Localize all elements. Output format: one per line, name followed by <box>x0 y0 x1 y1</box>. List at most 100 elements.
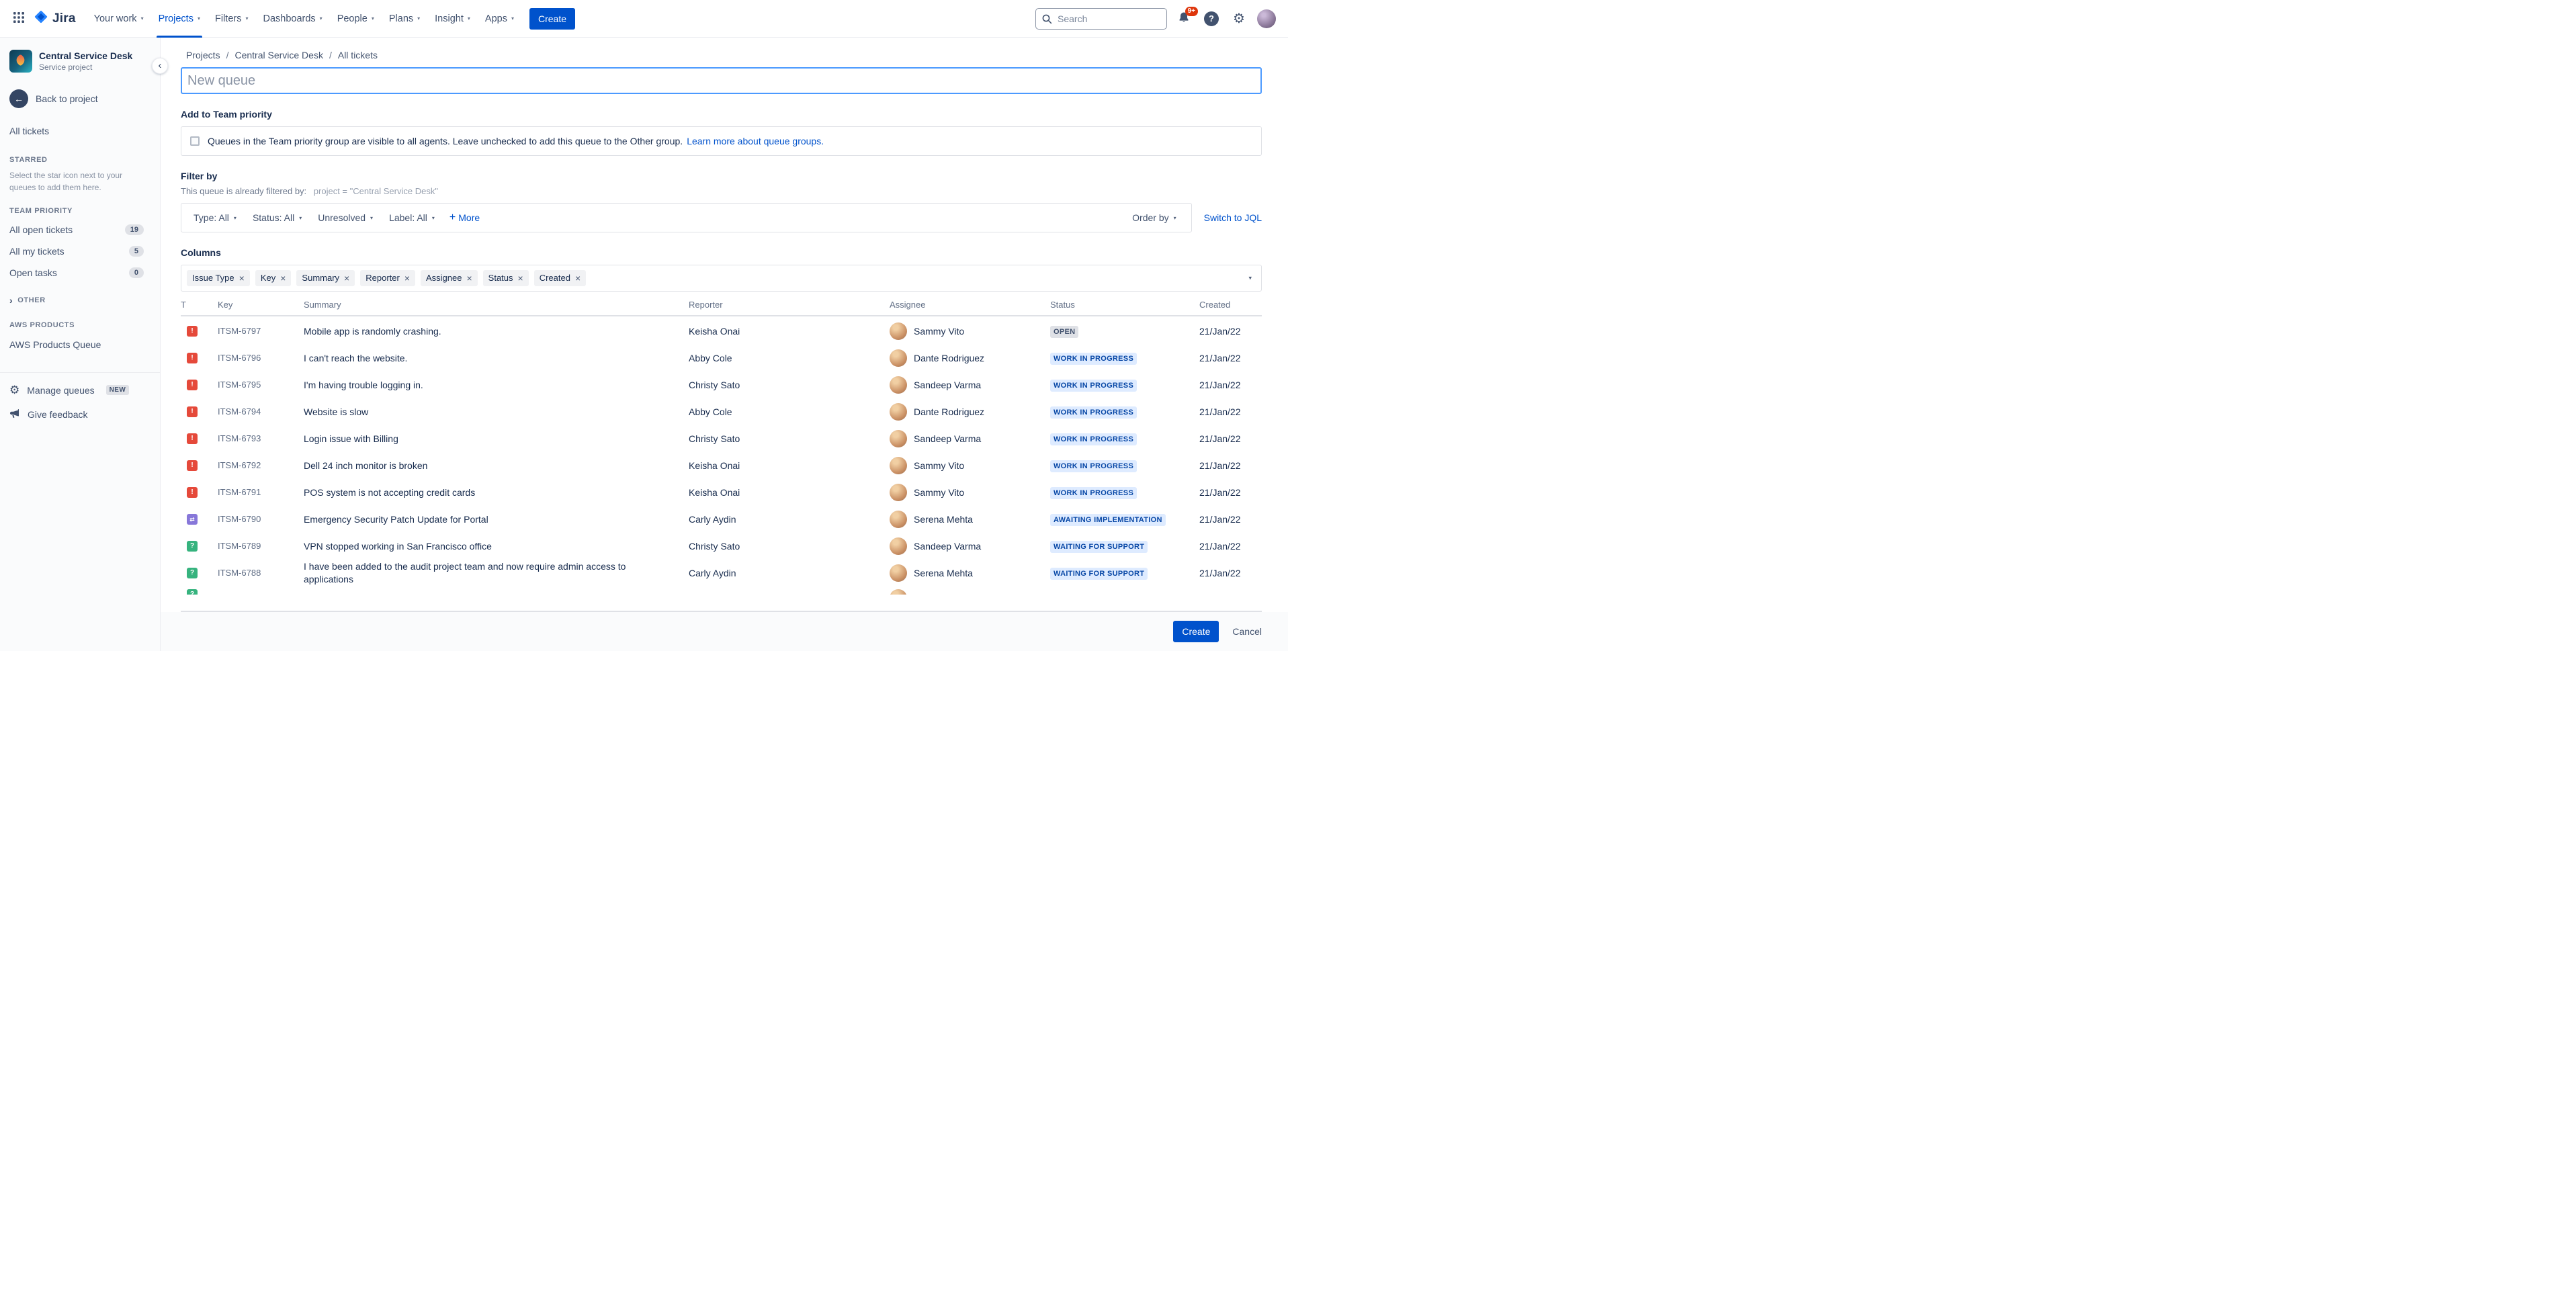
issue-summary[interactable]: Dell 24 inch monitor is broken <box>304 460 689 472</box>
back-to-project-label: Back to project <box>36 93 98 104</box>
column-header[interactable]: Status <box>1050 300 1199 310</box>
profile-button[interactable] <box>1256 8 1277 30</box>
issue-key[interactable]: ITSM-6797 <box>218 325 304 337</box>
filter-dropdown[interactable]: Type: All ▾ <box>185 208 245 227</box>
issue-summary[interactable]: Mobile app is randomly crashing. <box>304 325 689 338</box>
filter-dropdown[interactable]: Status: All ▾ <box>245 208 310 227</box>
sidebar-queue-item[interactable]: All my tickets 5 <box>0 241 160 262</box>
breadcrumb-project-name[interactable]: Central Service Desk <box>234 50 323 60</box>
team-priority-checkbox[interactable] <box>190 136 200 146</box>
remove-icon[interactable]: × <box>518 273 523 283</box>
column-chip[interactable]: Status × <box>482 269 529 287</box>
nav-menu-item[interactable]: Your work ▾ <box>87 0 151 38</box>
table-row[interactable]: ITSM-6795 I'm having trouble logging in.… <box>181 372 1262 398</box>
chevron-down-icon: ▾ <box>431 214 435 221</box>
sidebar-item-aws-products-queue[interactable]: AWS Products Queue <box>0 333 160 356</box>
column-header[interactable]: Key <box>218 300 304 310</box>
column-chip[interactable]: Key × <box>255 269 292 287</box>
issue-key[interactable]: ITSM-6788 <box>218 567 304 579</box>
issue-key[interactable]: ITSM-6791 <box>218 486 304 498</box>
column-chip[interactable]: Created × <box>533 269 587 287</box>
issue-created: 21/Jan/22 <box>1199 513 1241 525</box>
column-header[interactable]: Assignee <box>890 300 1050 310</box>
search-input[interactable] <box>1035 7 1167 30</box>
issue-key[interactable]: ITSM-6792 <box>218 460 304 472</box>
status-badge: AWAITING IMPLEMENTATION <box>1050 513 1166 527</box>
issue-summary[interactable]: Emergency Security Patch Update for Port… <box>304 513 689 526</box>
other-section-toggle[interactable]: › OTHER <box>0 284 160 308</box>
app-switcher-button[interactable] <box>8 8 30 30</box>
jira-logo[interactable]: Jira <box>34 9 76 28</box>
column-header[interactable]: Summary <box>304 300 689 310</box>
issue-summary[interactable]: I can't reach the website. <box>304 352 689 365</box>
issue-summary[interactable]: Website is slow <box>304 406 689 419</box>
column-chip[interactable]: Summary × <box>296 269 355 287</box>
sidebar-queue-item[interactable]: Open tasks 0 <box>0 262 160 284</box>
global-create-button[interactable]: Create <box>529 7 576 30</box>
column-chip[interactable]: Assignee × <box>421 269 478 287</box>
nav-menu-item[interactable]: Insight ▾ <box>427 0 478 38</box>
nav-menu-item[interactable]: Apps ▾ <box>478 0 521 38</box>
sidebar-collapse-button[interactable]: ‹ <box>152 58 168 74</box>
nav-menu-item[interactable]: Plans ▾ <box>382 0 427 38</box>
issue-key[interactable]: ITSM-6790 <box>218 513 304 525</box>
sidebar-item-all-tickets[interactable]: All tickets <box>0 120 160 142</box>
cancel-button[interactable]: Cancel <box>1232 626 1262 637</box>
issue-summary[interactable]: Login issue with Billing <box>304 433 689 445</box>
chevron-down-icon: ▾ <box>140 15 144 21</box>
more-filters-button[interactable]: + More <box>443 208 486 227</box>
nav-menu-item[interactable]: People ▾ <box>330 0 382 38</box>
nav-menu-item[interactable]: Dashboards ▾ <box>255 0 329 38</box>
order-by-dropdown[interactable]: Order by ▾ <box>1124 208 1187 227</box>
table-row[interactable]: ITSM-6794 Website is slow Abby Cole Dant… <box>181 398 1262 425</box>
remove-icon[interactable]: × <box>466 273 472 283</box>
issue-key[interactable]: ITSM-6795 <box>218 379 304 391</box>
remove-icon[interactable]: × <box>404 273 410 283</box>
remove-icon[interactable]: × <box>344 273 349 283</box>
help-button[interactable]: ? <box>1201 8 1222 30</box>
chevron-down-icon: ▾ <box>1248 274 1252 281</box>
remove-icon[interactable]: × <box>575 273 581 283</box>
table-row[interactable]: ITSM-6791 POS system is not accepting cr… <box>181 479 1262 506</box>
create-queue-button[interactable]: Create <box>1173 621 1219 642</box>
column-chip[interactable]: Reporter × <box>360 269 415 287</box>
column-header[interactable]: Reporter <box>689 300 890 310</box>
notifications-button[interactable]: 9+ <box>1173 6 1198 30</box>
column-header[interactable]: Created <box>1199 300 1262 310</box>
remove-icon[interactable]: × <box>239 273 245 283</box>
switch-to-jql-link[interactable]: Switch to JQL <box>1204 212 1262 223</box>
queue-groups-learn-more-link[interactable]: Learn more about queue groups. <box>687 136 824 146</box>
table-row[interactable]: ITSM-6792 Dell 24 inch monitor is broken… <box>181 452 1262 479</box>
table-row[interactable]: ITSM-6797 Mobile app is randomly crashin… <box>181 318 1262 345</box>
table-row[interactable]: ITSM-6788 I have been added to the audit… <box>181 560 1262 587</box>
remove-icon[interactable]: × <box>280 273 286 283</box>
column-chip[interactable]: Issue Type × <box>187 269 250 287</box>
nav-menu-item[interactable]: Projects ▾ <box>151 0 208 38</box>
table-row[interactable]: ITSM-6789 VPN stopped working in San Fra… <box>181 533 1262 560</box>
filter-dropdown[interactable]: Unresolved ▾ <box>310 208 381 227</box>
breadcrumb-all-tickets[interactable]: All tickets <box>338 50 378 60</box>
back-to-project[interactable]: ← Back to project <box>0 86 160 112</box>
sidebar-queue-item[interactable]: All open tickets 19 <box>0 219 160 241</box>
issue-key[interactable]: ITSM-6794 <box>218 406 304 418</box>
breadcrumb-projects[interactable]: Projects <box>186 50 220 60</box>
issue-key[interactable]: ITSM-6789 <box>218 540 304 552</box>
manage-queues-item[interactable]: ⚙ Manage queues NEW <box>0 378 160 402</box>
column-header[interactable]: T <box>181 300 218 310</box>
issue-created: 21/Jan/22 <box>1199 379 1241 390</box>
issue-key[interactable]: ITSM-6793 <box>218 433 304 445</box>
queue-name-input[interactable] <box>181 67 1262 94</box>
issue-summary[interactable]: I have been added to the audit project t… <box>304 560 689 586</box>
filter-dropdown[interactable]: Label: All ▾ <box>381 208 443 227</box>
table-row[interactable]: ITSM-6790 Emergency Security Patch Updat… <box>181 506 1262 533</box>
table-row[interactable]: ITSM-6793 Login issue with Billing Chris… <box>181 425 1262 452</box>
columns-multiselect[interactable]: Issue Type × Key × Summary × Reporter × … <box>181 265 1262 292</box>
settings-button[interactable]: ⚙ <box>1228 8 1250 30</box>
issue-summary[interactable]: VPN stopped working in San Francisco off… <box>304 540 689 553</box>
issue-summary[interactable]: I'm having trouble logging in. <box>304 379 689 392</box>
give-feedback-item[interactable]: Give feedback <box>0 402 160 427</box>
nav-menu-item[interactable]: Filters ▾ <box>208 0 256 38</box>
issue-summary[interactable]: POS system is not accepting credit cards <box>304 486 689 499</box>
table-row[interactable]: ITSM-6796 I can't reach the website. Abb… <box>181 345 1262 372</box>
issue-key[interactable]: ITSM-6796 <box>218 352 304 364</box>
